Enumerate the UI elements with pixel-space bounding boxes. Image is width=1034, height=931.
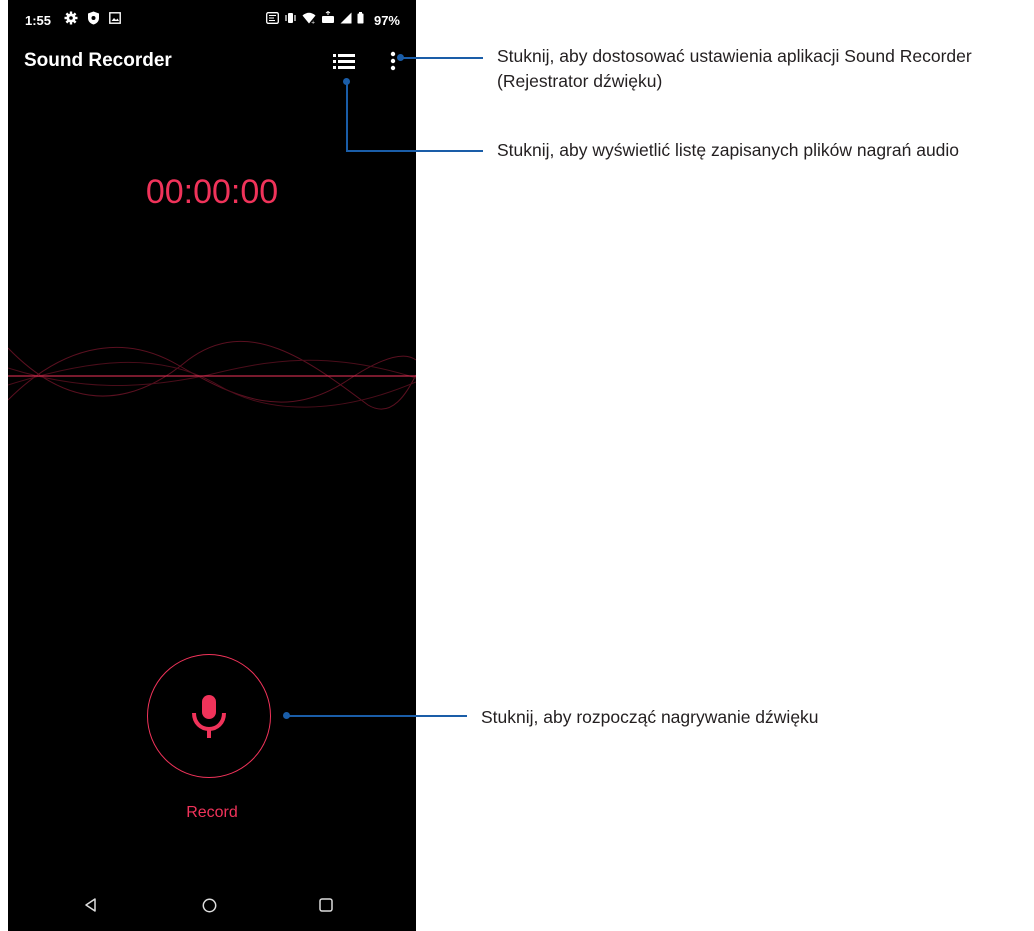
wifi-icon: +	[302, 12, 316, 27]
battery-icon	[357, 11, 364, 27]
microphone-icon	[192, 695, 226, 738]
home-button[interactable]	[202, 898, 217, 918]
home-icon	[202, 898, 217, 913]
recents-button[interactable]	[319, 898, 333, 917]
record-button[interactable]	[147, 654, 271, 778]
callout-line-record	[287, 715, 467, 717]
recording-timer: 00:00:00	[145, 173, 279, 211]
settings-icon	[64, 11, 78, 28]
waveform-visual	[8, 340, 416, 410]
nfc-icon	[266, 11, 279, 27]
back-button[interactable]	[84, 898, 98, 917]
signal-icon	[340, 12, 352, 27]
data-icon	[321, 10, 335, 27]
list-icon	[333, 54, 355, 69]
callout-line-settings	[401, 57, 483, 59]
battery-percent: 97%	[373, 13, 400, 28]
more-options-button[interactable]	[388, 50, 398, 72]
phone-screen: 1:55 + 97% Sound Recorder 00:00:00 Recor…	[8, 0, 416, 931]
recordings-list-button[interactable]	[333, 52, 355, 70]
callout-line-list-vertical	[346, 82, 348, 152]
app-title: Sound Recorder	[24, 50, 172, 71]
more-vert-icon	[390, 51, 396, 71]
vibrate-icon	[284, 12, 297, 27]
image-icon	[109, 12, 121, 27]
shield-icon	[87, 11, 100, 28]
callout-record: Stuknij, aby rozpocząć nagrywanie dźwięk…	[481, 707, 819, 727]
record-label: Record	[186, 804, 238, 821]
callout-list: Stuknij, aby wyświetlić listę zapisanych…	[497, 140, 960, 160]
status-bar: 1:55 + 97%	[8, 0, 416, 40]
callout-settings: Stuknij, aby dostosować ustawienia aplik…	[497, 46, 972, 91]
back-icon	[85, 898, 96, 912]
recents-icon	[319, 898, 333, 912]
status-time: 1:55	[25, 13, 52, 28]
navigation-bar	[8, 880, 416, 930]
callout-line-list	[346, 150, 483, 152]
svg-text:+: +	[311, 20, 315, 24]
